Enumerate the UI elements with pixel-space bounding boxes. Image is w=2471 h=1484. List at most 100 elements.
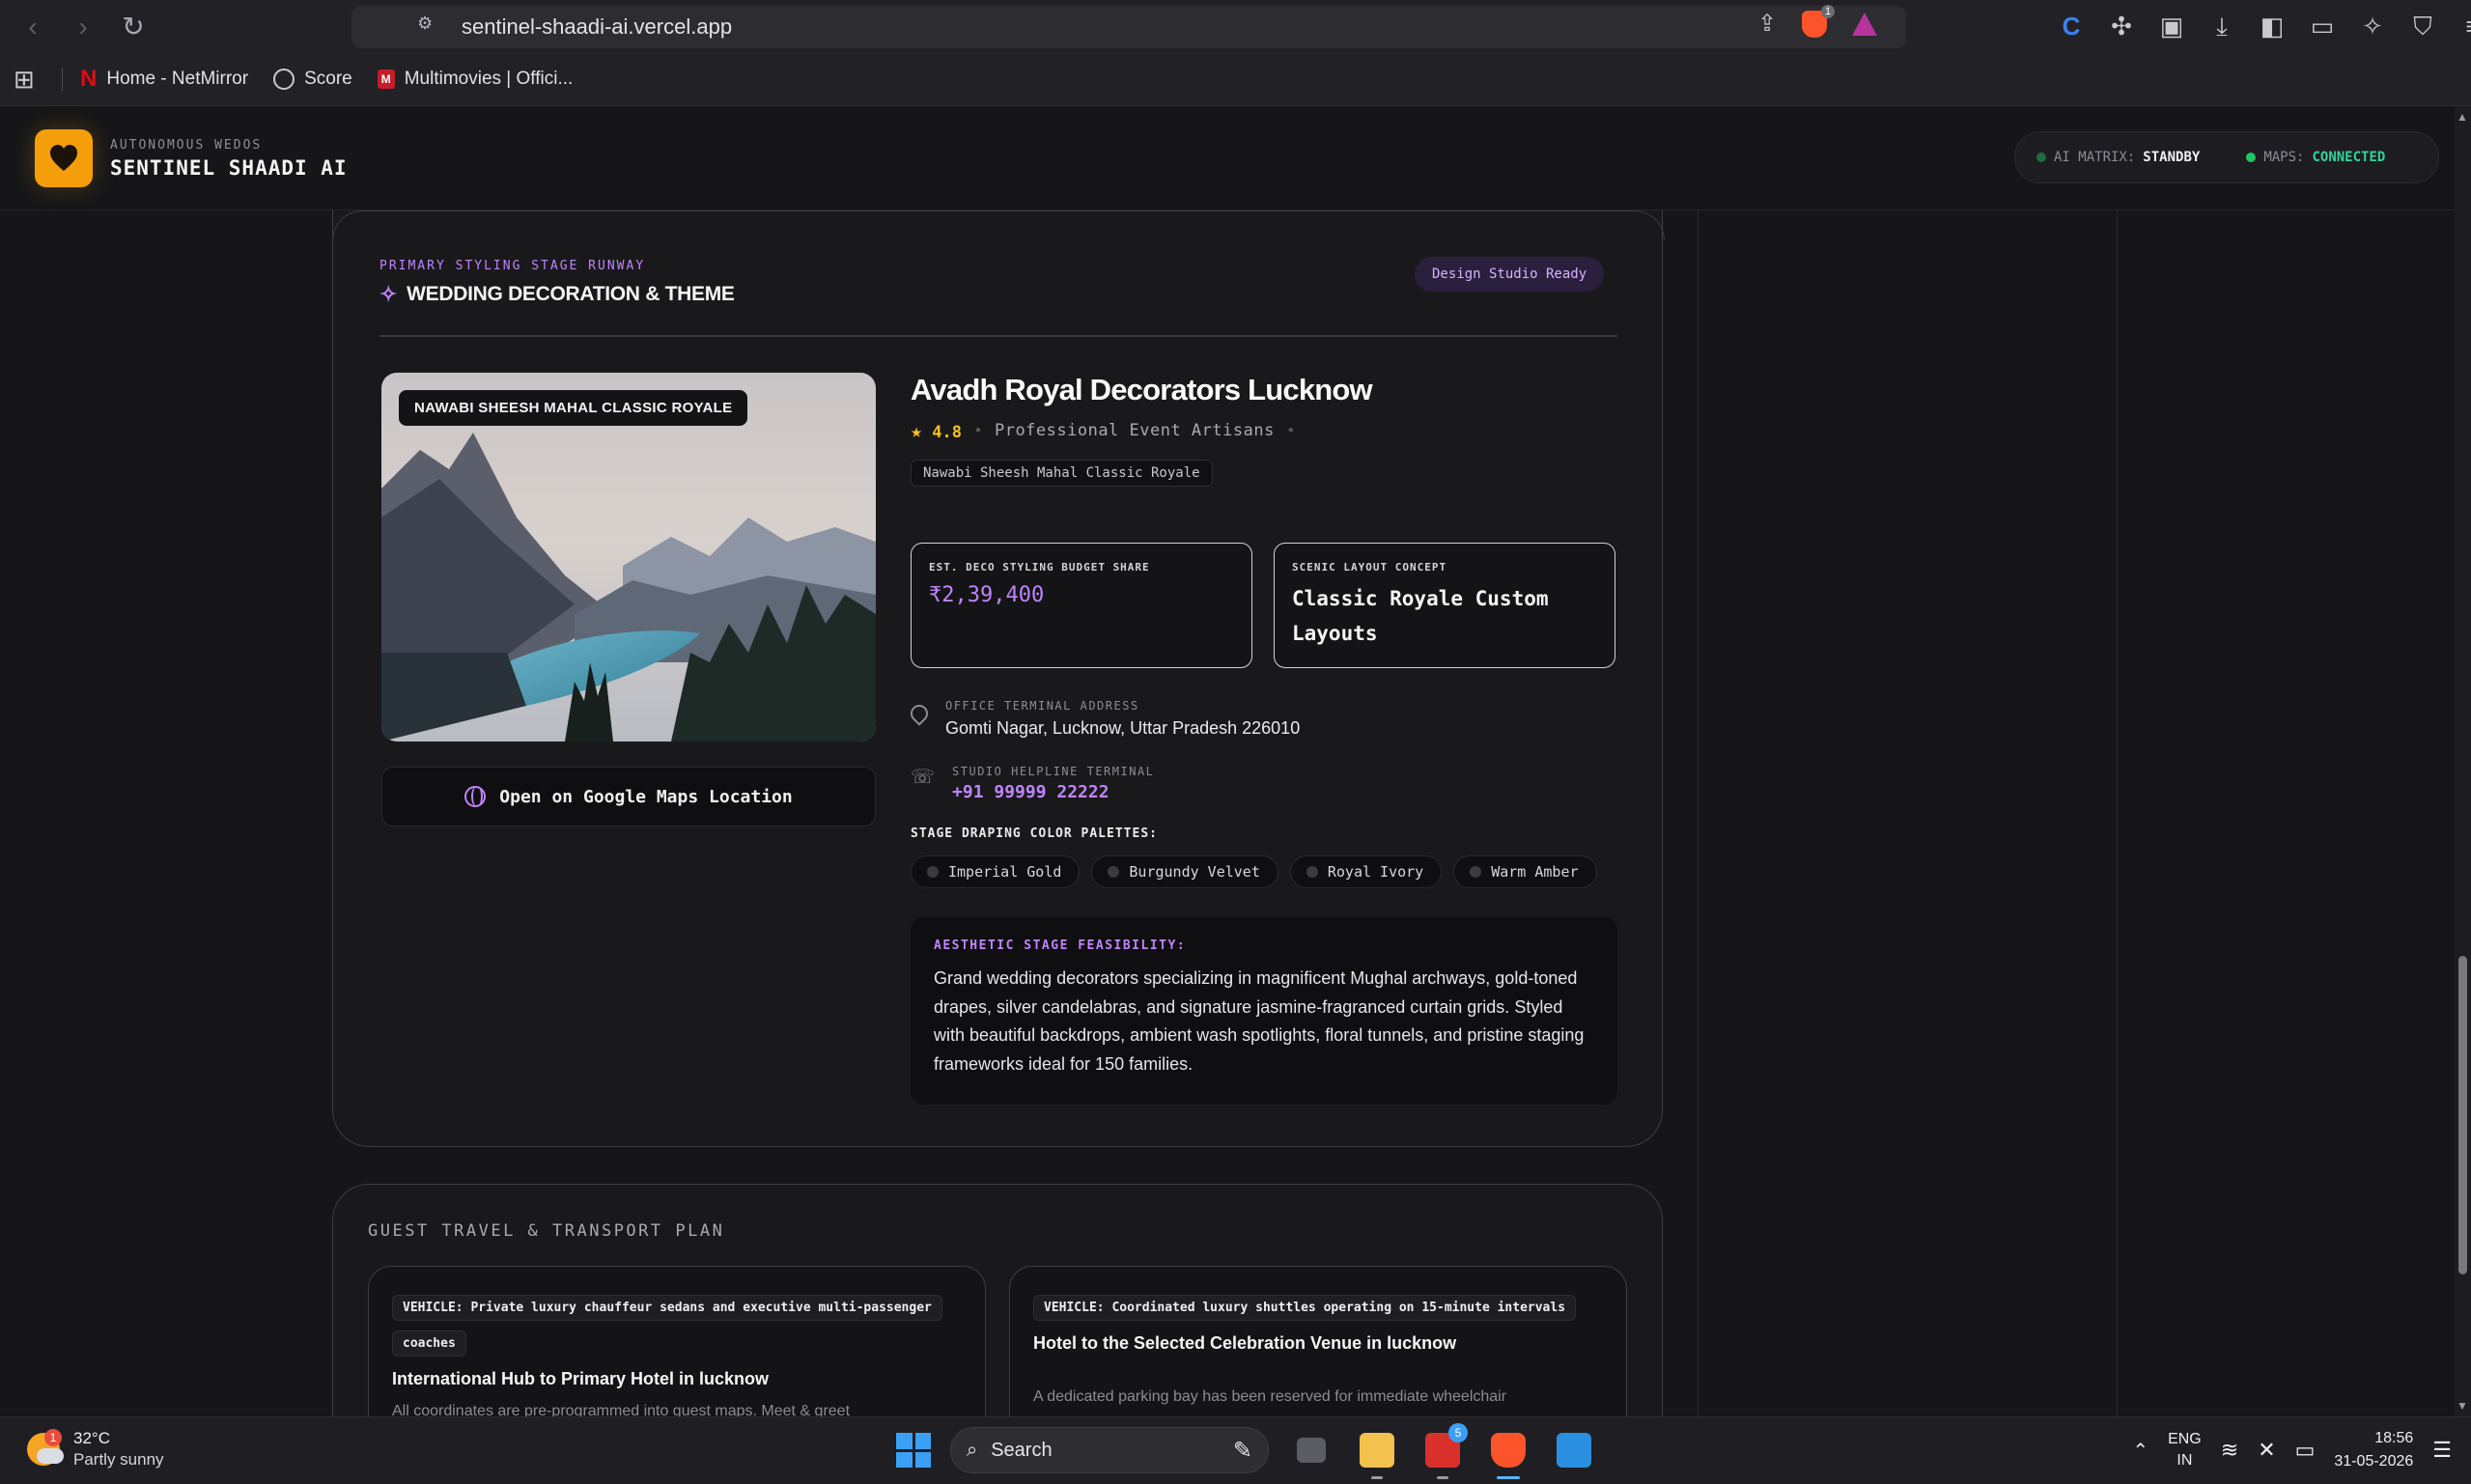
battery-icon[interactable]: ▭ (2295, 1438, 2316, 1463)
rating: ★ 4.8 (911, 419, 962, 442)
budget-box: EST. DECO STYLING BUDGET SHARE ₹2,39,400 (911, 543, 1252, 668)
office-address: OFFICE TERMINAL ADDRESS Gomti Nagar, Luc… (907, 699, 1301, 739)
weather-desc: Partly sunny (73, 1450, 164, 1469)
brand-subtitle: AUTONOMOUS WEDOS (110, 138, 263, 153)
palette-chip[interactable]: Burgundy Velvet (1091, 855, 1278, 888)
vpn-icon[interactable]: ⛉ (2408, 12, 2437, 42)
clock[interactable]: 18:56 31-05-2026 (2334, 1427, 2413, 1473)
address-value: Gomti Nagar, Lucknow, Uttar Pradesh 2260… (945, 718, 1301, 738)
card-eyebrow: PRIMARY STYLING STAGE RUNWAY (379, 259, 646, 273)
extension-toolbar: C ✣ ▣ ⤓ ◧ ▭ ✧ ⛉ ≡ (2057, 12, 2471, 42)
apps-grid-icon[interactable]: ⊞ (14, 65, 44, 95)
palette-chip[interactable]: Imperial Gold (911, 855, 1081, 888)
route-card: VEHICLE: Coordinated luxury shuttles ope… (1009, 1266, 1627, 1416)
app-badge: 5 (1448, 1423, 1468, 1442)
weather-widget[interactable]: 1 32°C Partly sunny (27, 1429, 164, 1470)
feasibility-panel: AESTHETIC STAGE FEASIBILITY: Grand weddi… (911, 917, 1617, 1105)
bookmark-score[interactable]: Score (273, 69, 352, 90)
palette-label-text: Imperial Gold (948, 863, 1062, 881)
bookmark-label: Score (304, 69, 352, 89)
app-header: AUTONOMOUS WEDOS SENTINEL SHAADI AI AI M… (0, 106, 2455, 210)
status-value: STANDBY (2143, 150, 2201, 165)
extensions-puzzle-icon[interactable]: ✣ (2107, 12, 2136, 42)
vscode-icon[interactable] (1551, 1427, 1597, 1473)
open-google-maps-button[interactable]: Open on Google Maps Location (381, 767, 876, 826)
clock-date: 31-05-2026 (2334, 1453, 2414, 1470)
palette-label-text: Burgundy Velvet (1129, 863, 1260, 881)
status-badge: Design Studio Ready (1415, 257, 1605, 292)
phone-value[interactable]: +91 99999 22222 (952, 782, 1154, 802)
palette-chip[interactable]: Warm Amber (1453, 855, 1597, 888)
wifi-icon[interactable]: ≋ (2221, 1438, 2238, 1463)
meta-separator: • (975, 421, 981, 439)
download-icon[interactable]: ⤓ (2207, 12, 2236, 42)
weather-badge: 1 (44, 1429, 62, 1446)
brave-shield-icon[interactable]: 1 (1802, 4, 1836, 38)
vehicle-chip: VEHICLE: Private luxury chauffeur sedans… (392, 1295, 942, 1357)
studio-helpline: ☏ STUDIO HELPLINE TERMINAL +91 99999 222… (911, 765, 1154, 802)
swatch-dot-icon (1470, 866, 1482, 878)
concept-value: Classic Royale Custom Layouts (1292, 587, 1549, 645)
ai-matrix-status: AI MATRIX: STANDBY (2036, 150, 2200, 165)
status-dot-icon (2246, 153, 2257, 162)
taskbar-search[interactable]: ⌕ Search ✎ (950, 1427, 1269, 1473)
scrollbar-thumb[interactable] (2458, 956, 2467, 1274)
bookmark-multimovies[interactable]: M Multimovies | Offici... (377, 69, 573, 90)
page-scrollbar[interactable]: ▲ ▼ (2455, 106, 2471, 1416)
star-icon: ★ (911, 419, 923, 442)
scroll-down-icon[interactable]: ▼ (2457, 1399, 2468, 1413)
vendor-meta: ★ 4.8 • Professional Event Artisans • (911, 419, 1294, 442)
concept-label: SCENIC LAYOUT CONCEPT (1292, 561, 1447, 574)
decoration-card: PRIMARY STYLING STAGE RUNWAY ✧ WEDDING D… (332, 210, 1665, 1147)
maps-status: MAPS: CONNECTED (2246, 150, 2385, 165)
reload-icon[interactable]: ↻ (118, 12, 149, 42)
mute-icon[interactable]: ✕ (2258, 1438, 2275, 1463)
palette-chip[interactable]: Royal Ivory (1289, 855, 1443, 888)
brave-browser-icon[interactable] (1485, 1427, 1531, 1479)
screenshot-icon[interactable]: ▣ (2157, 12, 2186, 42)
bookmark-netmirror[interactable]: N Home - NetMirror (80, 66, 248, 93)
browser-chrome: ‹ › ↻ ☐ ⚙ sentinel-shaadi-ai.vercel.app … (0, 0, 2471, 106)
language-indicator[interactable]: ENG IN (2168, 1429, 2202, 1471)
url-text[interactable]: sentinel-shaadi-ai.vercel.app (462, 14, 732, 40)
clock-time: 18:56 (2374, 1430, 2414, 1446)
brand-title: SENTINEL SHAADI AI (110, 156, 348, 180)
lang-region: IN (2176, 1452, 2193, 1469)
scroll-up-icon[interactable]: ▲ (2457, 110, 2468, 124)
chevron-up-icon[interactable]: ⌃ (2132, 1439, 2148, 1463)
back-arrow-icon[interactable]: ‹ (17, 12, 48, 42)
budget-value: ₹2,39,400 (929, 583, 1045, 607)
route-title: International Hub to Primary Hotel in lu… (392, 1369, 770, 1388)
route-desc: All coordinates are pre-programmed into … (392, 1403, 851, 1416)
leo-ai-icon[interactable]: ✧ (2358, 12, 2387, 42)
vendor-name: Avadh Royal Decorators Lucknow (911, 373, 1373, 406)
nav-controls: ‹ › ↻ (17, 12, 149, 42)
system-tray: ⌃ ENG IN ≋ ✕ ▭ 18:56 31-05-2026 ☰ (2132, 1427, 2452, 1473)
map-pin-icon (907, 701, 932, 726)
windows-start-icon[interactable] (896, 1433, 931, 1468)
travel-plan-card: GUEST TRAVEL & TRANSPORT PLAN VEHICLE: P… (332, 1184, 1663, 1416)
system-status-pill: AI MATRIX: STANDBY MAPS: CONNECTED (2014, 131, 2439, 183)
taskbar-apps: ⌕ Search ✎ 5 (896, 1423, 1597, 1479)
notification-icon[interactable]: ☰ (2432, 1438, 2452, 1463)
menu-icon[interactable]: ≡ (2458, 12, 2471, 42)
share-icon[interactable]: ⇪ (1757, 10, 1777, 38)
file-explorer-icon[interactable] (1354, 1427, 1400, 1479)
logo[interactable] (35, 129, 93, 187)
palette-label-text: Royal Ivory (1327, 863, 1424, 881)
app-l-icon[interactable]: 5 (1419, 1423, 1468, 1479)
site-info-icon[interactable]: ⚙ (417, 14, 433, 34)
status-label: MAPS: (2263, 150, 2305, 165)
forward-arrow-icon[interactable]: › (68, 12, 98, 42)
web-page: AUTONOMOUS WEDOS SENTINEL SHAADI AI AI M… (0, 106, 2455, 1416)
wallet-icon[interactable]: ▭ (2308, 12, 2337, 42)
netflix-icon: N (80, 66, 98, 92)
brave-rewards-icon[interactable] (1852, 12, 1878, 36)
c-extension-icon[interactable]: C (2057, 12, 2086, 42)
card-title: ✧ WEDDING DECORATION & THEME (379, 282, 735, 307)
multimovies-icon: M (377, 70, 395, 89)
sidebar-icon[interactable]: ◧ (2258, 12, 2287, 42)
task-view-icon[interactable] (1288, 1427, 1334, 1473)
theme-photo: NAWABI SHEESH MAHAL CLASSIC ROYALE (381, 373, 876, 742)
sparkle-icon: ✧ (379, 282, 398, 306)
